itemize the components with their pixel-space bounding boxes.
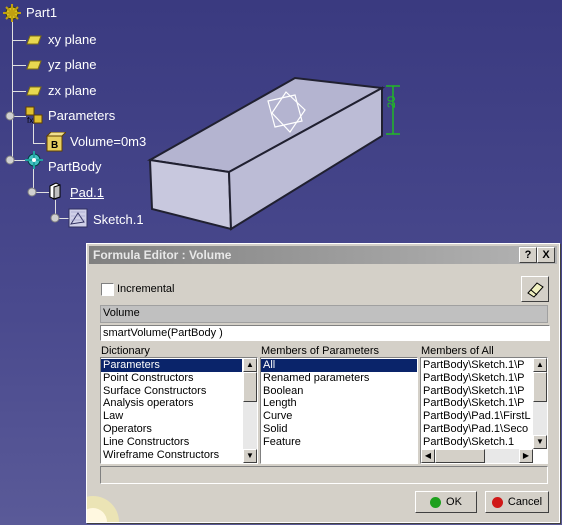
formula-editor-dialog: Formula Editor : Volume ? X Incremental … [86, 243, 560, 523]
scroll-up-icon[interactable]: ▲ [243, 358, 257, 372]
list-item[interactable]: Feature [261, 436, 417, 449]
list-item[interactable]: Parameters [101, 359, 242, 372]
list-item[interactable]: Point Constructors [101, 372, 242, 385]
list-item[interactable]: Law [101, 410, 242, 423]
list-item[interactable]: PartBody\Sketch.1\P [421, 359, 532, 372]
decorative-swirl-icon [87, 496, 119, 522]
members-of-all-list[interactable]: PartBody\Sketch.1\P PartBody\Sketch.1\P … [420, 357, 548, 464]
list-item[interactable]: Line Constructors [101, 436, 242, 449]
message-bar [100, 466, 548, 484]
dictionary-list[interactable]: Parameters Point Constructors Surface Co… [100, 357, 258, 464]
members-of-all-hscrollbar[interactable]: ◀ ▶ [421, 449, 533, 463]
cancel-icon [491, 496, 503, 508]
dictionary-header: Dictionary [101, 345, 150, 357]
list-item[interactable]: PartBody\Pad.1\FirstL [421, 410, 532, 423]
scroll-down-icon[interactable]: ▼ [533, 435, 547, 449]
erase-button[interactable] [521, 276, 549, 302]
members-of-all-vscrollbar[interactable]: ▲ ▼ [533, 358, 547, 449]
list-item[interactable]: Curve [261, 410, 417, 423]
incremental-label: Incremental [117, 283, 175, 295]
help-button[interactable]: ? [519, 247, 537, 263]
list-item[interactable]: Length [261, 397, 417, 410]
list-item[interactable]: PartBody\Sketch.1\P [421, 397, 532, 410]
scroll-thumb[interactable] [243, 372, 257, 402]
formula-input[interactable]: smartVolume(PartBody ) [100, 325, 550, 341]
members-of-parameters-list[interactable]: All Renamed parameters Boolean Length Cu… [260, 357, 418, 464]
list-item[interactable]: All [261, 359, 417, 372]
dimension-icon [386, 85, 400, 135]
list-item[interactable]: Renamed parameters [261, 372, 417, 385]
parameter-name: Volume [103, 307, 140, 319]
scroll-thumb[interactable] [435, 449, 485, 463]
scroll-down-icon[interactable]: ▼ [243, 449, 257, 463]
list-item[interactable]: PartBody\Pad.1\Seco [421, 423, 532, 436]
close-button[interactable]: X [537, 247, 555, 263]
scroll-left-icon[interactable]: ◀ [421, 449, 435, 463]
list-item[interactable]: PartBody\Sketch.1\P [421, 385, 532, 398]
dialog-title: Formula Editor : Volume [93, 248, 232, 262]
list-item[interactable]: Surface Constructors [101, 385, 242, 398]
incremental-checkbox[interactable] [101, 283, 114, 296]
cancel-button[interactable]: Cancel [485, 491, 549, 513]
list-item[interactable]: PartBody\Sketch.1\P [421, 372, 532, 385]
scroll-thumb[interactable] [533, 372, 547, 402]
dictionary-scrollbar[interactable]: ▲ ▼ [243, 358, 257, 463]
parameter-name-bar: Volume [100, 305, 548, 323]
list-item[interactable]: Analysis operators [101, 397, 242, 410]
members-of-all-header: Members of All [421, 345, 494, 357]
ok-button[interactable]: OK [415, 491, 477, 513]
cancel-label: Cancel [507, 496, 543, 508]
dimension-label[interactable]: 20 [386, 96, 398, 108]
eraser-icon [527, 282, 544, 298]
ok-icon [430, 496, 442, 508]
list-item[interactable]: Solid [261, 423, 417, 436]
members-of-parameters-header: Members of Parameters [261, 345, 379, 357]
dialog-titlebar[interactable]: Formula Editor : Volume ? X [89, 246, 557, 264]
list-item[interactable]: PartBody\Sketch.1 [421, 436, 532, 449]
list-item[interactable]: Operators [101, 423, 242, 436]
scroll-up-icon[interactable]: ▲ [533, 358, 547, 372]
list-item[interactable]: Wireframe Constructors [101, 449, 242, 462]
list-item[interactable]: Boolean [261, 385, 417, 398]
scroll-right-icon[interactable]: ▶ [519, 449, 533, 463]
ok-label: OK [446, 496, 462, 508]
